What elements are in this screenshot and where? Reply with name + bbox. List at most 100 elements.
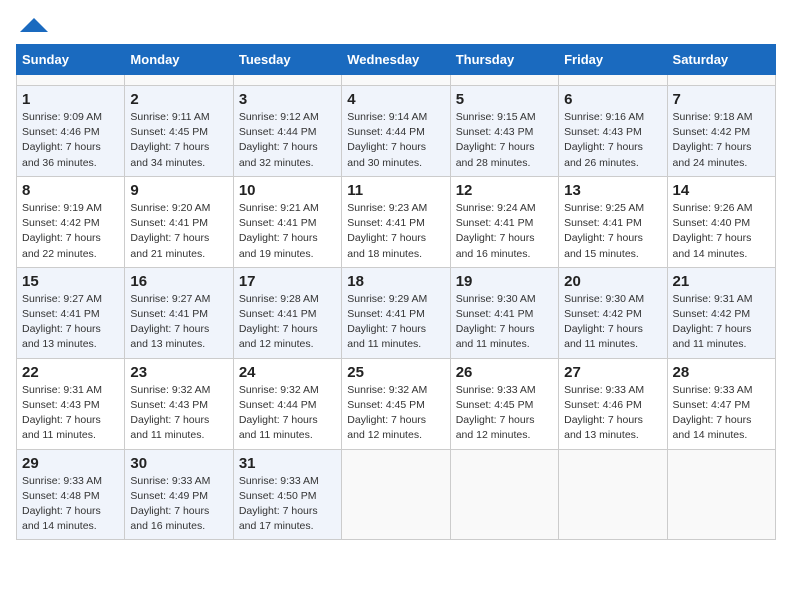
day-info: Sunrise: 9:30 AM Sunset: 4:41 PM Dayligh… xyxy=(456,292,553,353)
day-info: Sunrise: 9:11 AM Sunset: 4:45 PM Dayligh… xyxy=(130,110,227,171)
day-info: Sunrise: 9:19 AM Sunset: 4:42 PM Dayligh… xyxy=(22,201,119,262)
day-number: 24 xyxy=(239,364,336,381)
calendar-cell xyxy=(559,449,667,540)
day-number: 2 xyxy=(130,91,227,108)
day-info: Sunrise: 9:15 AM Sunset: 4:43 PM Dayligh… xyxy=(456,110,553,171)
day-info: Sunrise: 9:14 AM Sunset: 4:44 PM Dayligh… xyxy=(347,110,444,171)
calendar-cell xyxy=(17,75,125,86)
calendar-cell: 7 Sunrise: 9:18 AM Sunset: 4:42 PM Daylig… xyxy=(667,86,775,177)
calendar-header-wednesday: Wednesday xyxy=(342,45,450,75)
calendar-cell: 25 Sunrise: 9:32 AM Sunset: 4:45 PM Dayli… xyxy=(342,358,450,449)
calendar-cell: 20 Sunrise: 9:30 AM Sunset: 4:42 PM Dayli… xyxy=(559,267,667,358)
calendar-cell: 10 Sunrise: 9:21 AM Sunset: 4:41 PM Dayli… xyxy=(233,176,341,267)
day-number: 20 xyxy=(564,273,661,290)
calendar-cell: 30 Sunrise: 9:33 AM Sunset: 4:49 PM Dayli… xyxy=(125,449,233,540)
day-number: 28 xyxy=(673,364,770,381)
day-number: 1 xyxy=(22,91,119,108)
calendar-cell: 6 Sunrise: 9:16 AM Sunset: 4:43 PM Daylig… xyxy=(559,86,667,177)
day-info: Sunrise: 9:33 AM Sunset: 4:48 PM Dayligh… xyxy=(22,474,119,535)
day-number: 13 xyxy=(564,182,661,199)
day-info: Sunrise: 9:33 AM Sunset: 4:47 PM Dayligh… xyxy=(673,383,770,444)
day-info: Sunrise: 9:33 AM Sunset: 4:46 PM Dayligh… xyxy=(564,383,661,444)
day-info: Sunrise: 9:18 AM Sunset: 4:42 PM Dayligh… xyxy=(673,110,770,171)
day-info: Sunrise: 9:28 AM Sunset: 4:41 PM Dayligh… xyxy=(239,292,336,353)
day-number: 31 xyxy=(239,455,336,472)
calendar-cell xyxy=(667,449,775,540)
day-info: Sunrise: 9:21 AM Sunset: 4:41 PM Dayligh… xyxy=(239,201,336,262)
calendar-cell: 26Sunrise: 9:33 AM Sunset: 4:45 PM Dayli… xyxy=(450,358,558,449)
calendar-cell: 9Sunrise: 9:20 AM Sunset: 4:41 PM Daylig… xyxy=(125,176,233,267)
day-number: 22 xyxy=(22,364,119,381)
day-number: 10 xyxy=(239,182,336,199)
calendar-cell: 29Sunrise: 9:33 AM Sunset: 4:48 PM Dayli… xyxy=(17,449,125,540)
calendar-week-row: 8Sunrise: 9:19 AM Sunset: 4:42 PM Daylig… xyxy=(17,176,776,267)
calendar-header-saturday: Saturday xyxy=(667,45,775,75)
day-number: 30 xyxy=(130,455,227,472)
day-number: 6 xyxy=(564,91,661,108)
calendar-cell xyxy=(342,449,450,540)
day-info: Sunrise: 9:33 AM Sunset: 4:49 PM Dayligh… xyxy=(130,474,227,535)
day-info: Sunrise: 9:27 AM Sunset: 4:41 PM Dayligh… xyxy=(22,292,119,353)
calendar-cell: 31 Sunrise: 9:33 AM Sunset: 4:50 PM Dayli… xyxy=(233,449,341,540)
calendar-cell: 1Sunrise: 9:09 AM Sunset: 4:46 PM Daylig… xyxy=(17,86,125,177)
day-info: Sunrise: 9:32 AM Sunset: 4:45 PM Dayligh… xyxy=(347,383,444,444)
calendar-table: SundayMondayTuesdayWednesdayThursdayFrid… xyxy=(16,44,776,540)
day-info: Sunrise: 9:33 AM Sunset: 4:50 PM Dayligh… xyxy=(239,474,336,535)
page-header xyxy=(16,16,776,32)
calendar-header-tuesday: Tuesday xyxy=(233,45,341,75)
calendar-week-row: 15 Sunrise: 9:27 AM Sunset: 4:41 PM Dayli… xyxy=(17,267,776,358)
calendar-cell xyxy=(667,75,775,86)
day-info: Sunrise: 9:31 AM Sunset: 4:42 PM Dayligh… xyxy=(673,292,770,353)
calendar-header-sunday: Sunday xyxy=(17,45,125,75)
day-number: 19 xyxy=(456,273,553,290)
calendar-cell: 16 Sunrise: 9:27 AM Sunset: 4:41 PM Dayli… xyxy=(125,267,233,358)
day-info: Sunrise: 9:26 AM Sunset: 4:40 PM Dayligh… xyxy=(673,201,770,262)
calendar-week-row xyxy=(17,75,776,86)
day-info: Sunrise: 9:16 AM Sunset: 4:43 PM Dayligh… xyxy=(564,110,661,171)
day-number: 7 xyxy=(673,91,770,108)
day-number: 17 xyxy=(239,273,336,290)
calendar-cell: 5 Sunrise: 9:15 AM Sunset: 4:43 PM Daylig… xyxy=(450,86,558,177)
calendar-cell: 8Sunrise: 9:19 AM Sunset: 4:42 PM Daylig… xyxy=(17,176,125,267)
day-info: Sunrise: 9:32 AM Sunset: 4:44 PM Dayligh… xyxy=(239,383,336,444)
logo-arrow-icon xyxy=(20,18,48,32)
day-number: 4 xyxy=(347,91,444,108)
calendar-cell: 12Sunrise: 9:24 AM Sunset: 4:41 PM Dayli… xyxy=(450,176,558,267)
day-number: 23 xyxy=(130,364,227,381)
calendar-cell xyxy=(559,75,667,86)
day-number: 16 xyxy=(130,273,227,290)
day-number: 25 xyxy=(347,364,444,381)
day-number: 5 xyxy=(456,91,553,108)
day-info: Sunrise: 9:31 AM Sunset: 4:43 PM Dayligh… xyxy=(22,383,119,444)
day-info: Sunrise: 9:24 AM Sunset: 4:41 PM Dayligh… xyxy=(456,201,553,262)
day-number: 27 xyxy=(564,364,661,381)
day-info: Sunrise: 9:25 AM Sunset: 4:41 PM Dayligh… xyxy=(564,201,661,262)
calendar-cell: 4 Sunrise: 9:14 AM Sunset: 4:44 PM Daylig… xyxy=(342,86,450,177)
calendar-cell: 24 Sunrise: 9:32 AM Sunset: 4:44 PM Dayli… xyxy=(233,358,341,449)
calendar-cell: 23Sunrise: 9:32 AM Sunset: 4:43 PM Dayli… xyxy=(125,358,233,449)
calendar-cell xyxy=(342,75,450,86)
calendar-cell: 28 Sunrise: 9:33 AM Sunset: 4:47 PM Dayli… xyxy=(667,358,775,449)
calendar-week-row: 22 Sunrise: 9:31 AM Sunset: 4:43 PM Dayli… xyxy=(17,358,776,449)
calendar-cell: 14 Sunrise: 9:26 AM Sunset: 4:40 PM Dayli… xyxy=(667,176,775,267)
day-number: 26 xyxy=(456,364,553,381)
calendar-cell: 13 Sunrise: 9:25 AM Sunset: 4:41 PM Dayli… xyxy=(559,176,667,267)
day-info: Sunrise: 9:27 AM Sunset: 4:41 PM Dayligh… xyxy=(130,292,227,353)
day-number: 15 xyxy=(22,273,119,290)
calendar-header-friday: Friday xyxy=(559,45,667,75)
calendar-cell: 18Sunrise: 9:29 AM Sunset: 4:41 PM Dayli… xyxy=(342,267,450,358)
calendar-header-monday: Monday xyxy=(125,45,233,75)
calendar-cell: 3 Sunrise: 9:12 AM Sunset: 4:44 PM Daylig… xyxy=(233,86,341,177)
day-number: 14 xyxy=(673,182,770,199)
calendar-cell xyxy=(125,75,233,86)
day-info: Sunrise: 9:12 AM Sunset: 4:44 PM Dayligh… xyxy=(239,110,336,171)
day-info: Sunrise: 9:23 AM Sunset: 4:41 PM Dayligh… xyxy=(347,201,444,262)
calendar-header-row: SundayMondayTuesdayWednesdayThursdayFrid… xyxy=(17,45,776,75)
calendar-cell: 2 Sunrise: 9:11 AM Sunset: 4:45 PM Daylig… xyxy=(125,86,233,177)
calendar-week-row: 29Sunrise: 9:33 AM Sunset: 4:48 PM Dayli… xyxy=(17,449,776,540)
day-info: Sunrise: 9:30 AM Sunset: 4:42 PM Dayligh… xyxy=(564,292,661,353)
calendar-cell xyxy=(450,449,558,540)
day-number: 3 xyxy=(239,91,336,108)
calendar-cell xyxy=(233,75,341,86)
day-number: 21 xyxy=(673,273,770,290)
